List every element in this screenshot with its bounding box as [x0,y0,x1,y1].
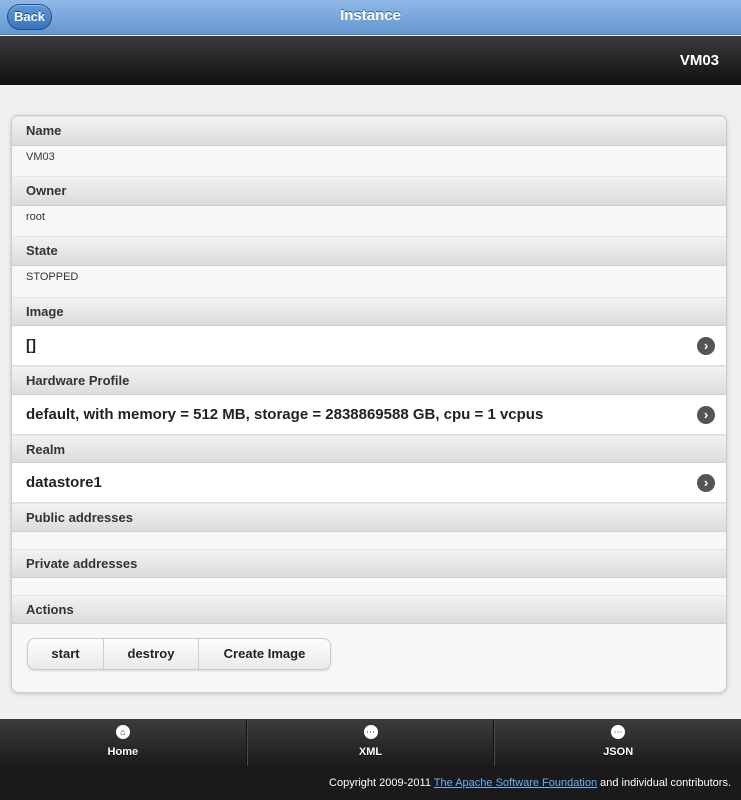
apache-foundation-link[interactable]: The Apache Software Foundation [434,777,597,789]
actions-button-group: start destroy Create Image [27,638,331,670]
create-image-button[interactable]: Create Image [199,639,330,669]
back-button[interactable]: Back [7,4,52,30]
realm-link[interactable]: datastore1 › [12,463,726,503]
instance-header: VM03 [0,36,741,85]
state-value: STOPPED [12,266,726,297]
private-addresses-divider: Private addresses [12,549,726,578]
grid-icon: ⋯ [611,725,626,739]
copyright-text: Copyright 2009-2011 [329,777,431,789]
state-divider: State [12,236,726,266]
instance-details-list: Name VM03 Owner root State STOPPED Image… [11,115,727,693]
actions-divider: Actions [12,595,726,624]
page-title: Instance [340,7,401,24]
nav-xml-label: XML [358,746,383,758]
hardware-divider: Hardware Profile [12,366,726,395]
top-header: Instance Back [0,0,741,35]
name-value: VM03 [12,146,726,176]
nav-json[interactable]: ⋯ JSON [494,719,741,766]
realm-value: datastore1 [26,474,102,491]
bottom-navbar: ⌂ Home ⋯ XML ⋯ JSON [0,719,741,766]
name-divider: Name [12,116,726,146]
nav-json-label: JSON [603,746,634,758]
footer: Copyright 2009-2011 The Apache Software … [0,766,741,800]
private-addresses-empty [12,578,726,595]
image-value: [] [26,337,36,354]
public-addresses-divider: Public addresses [12,503,726,532]
destroy-button[interactable]: destroy [104,639,199,669]
chevron-right-icon: › [697,473,715,492]
owner-value: root [12,206,726,236]
nav-home-label: Home [107,746,139,758]
chevron-right-icon: › [697,405,715,424]
contributors-text: and individual contributors. [600,777,731,789]
nav-home[interactable]: ⌂ Home [0,719,247,766]
hardware-profile-link[interactable]: default, with memory = 512 MB, storage =… [12,395,726,435]
grid-icon: ⋯ [363,725,378,739]
nav-xml[interactable]: ⋯ XML [246,719,495,766]
hardware-profile-value: default, with memory = 512 MB, storage =… [26,406,544,423]
chevron-right-icon: › [697,336,715,355]
image-link[interactable]: [] › [12,326,726,366]
owner-divider: Owner [12,176,726,206]
start-button[interactable]: start [28,639,104,669]
home-icon: ⌂ [115,725,130,739]
realm-divider: Realm [12,435,726,463]
public-addresses-empty [12,532,726,549]
instance-name-heading: VM03 [679,52,719,69]
image-divider: Image [12,297,726,326]
